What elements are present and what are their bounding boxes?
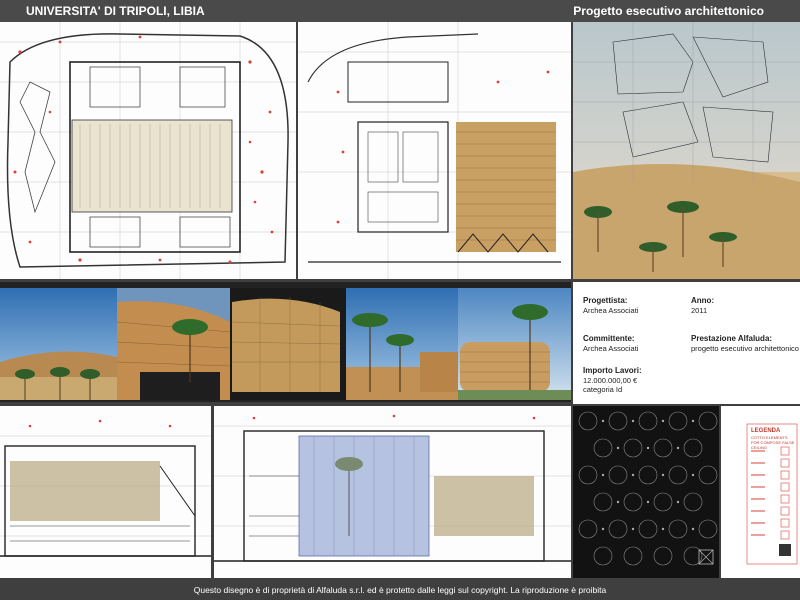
anno-value: 2011 xyxy=(691,306,708,315)
building-section-left xyxy=(0,406,211,578)
floor-plan-drawing xyxy=(0,22,296,279)
importo-value: 12.000.000,00 € xyxy=(583,376,638,385)
project-info-panel: Progettista: Archea Associati Anno: 2011… xyxy=(573,282,800,404)
committente-value: Archea Associati xyxy=(583,344,639,353)
building-section-center xyxy=(214,406,571,578)
committente-label: Committente: xyxy=(583,334,635,343)
legend-panel: LEGENDA COTTO ELEMENTS FOR COMPOSE FALSE… xyxy=(721,406,800,578)
header-bar: UNIVERSITA' DI TRIPOLI, LIBIA Progetto e… xyxy=(0,0,800,22)
page-subtitle: Progetto esecutivo architettonico xyxy=(573,4,764,18)
page-title: UNIVERSITA' DI TRIPOLI, LIBIA xyxy=(26,4,205,18)
progettista-label: Progettista: xyxy=(583,296,628,305)
render-strip xyxy=(0,282,571,402)
prestazione-label: Prestazione Alfaluda: xyxy=(691,334,773,343)
copyright-footer: Questo disegno è di proprietà di Alfalud… xyxy=(193,585,607,595)
ceiling-pattern-drawing xyxy=(573,406,719,578)
anno-label: Anno: xyxy=(691,296,715,305)
importo-label: Importo Lavori: xyxy=(583,366,642,375)
prestazione-value: progetto esecutivo architettonico xyxy=(691,344,799,353)
section-detail-drawing xyxy=(298,22,571,279)
progettista-value: Archea Associati xyxy=(583,306,639,315)
aerial-render-image xyxy=(573,22,800,279)
categoria-value: categoria Id xyxy=(583,385,623,394)
